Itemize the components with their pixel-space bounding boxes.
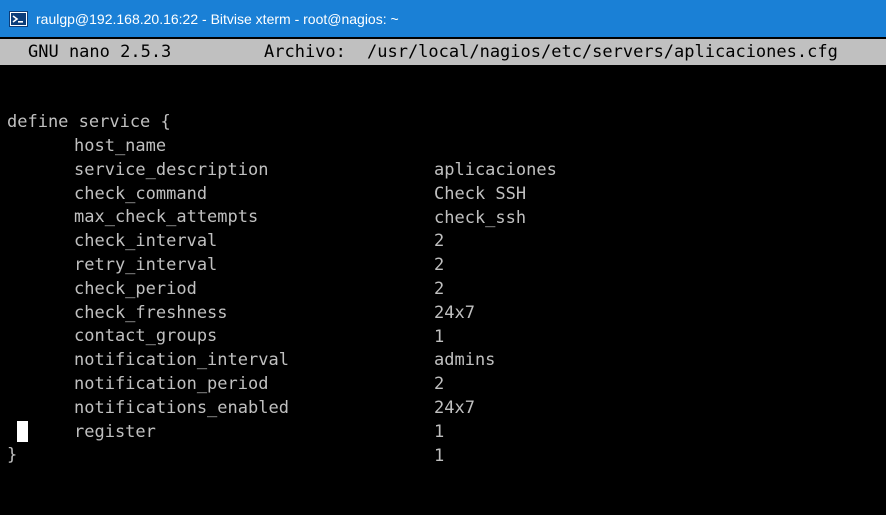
window-title: raulgp@192.168.20.16:22 - Bitvise xterm … <box>36 10 399 27</box>
directive-line: host_name aplicaciones <box>0 110 886 180</box>
directive-value: 1 <box>434 445 445 466</box>
title-bar[interactable]: raulgp@192.168.20.16:22 - Bitvise xterm … <box>0 0 886 37</box>
nano-header-bar: GNU nano 2.5.3 Archivo: /usr/local/nagio… <box>0 39 886 65</box>
directive-line: check_period 24x7 <box>0 253 886 323</box>
directive-line: contact_groups admins <box>0 300 886 370</box>
closing-brace-line: } <box>0 419 886 465</box>
directive-line: check_command check_ssh <box>0 158 886 228</box>
terminal-app-icon[interactable] <box>9 10 28 27</box>
file-path: /usr/local/nagios/etc/servers/aplicacion… <box>367 42 838 62</box>
terminal-window: raulgp@192.168.20.16:22 - Bitvise xterm … <box>0 0 886 466</box>
directive-line: notification_period 24x7 <box>0 348 886 418</box>
define-service-line: define service { <box>0 86 886 132</box>
directive-line: notification_interval 2 <box>0 324 886 394</box>
nano-version: GNU nano 2.5.3 <box>28 42 172 62</box>
directive-line: max_check_attempts 2 <box>0 181 886 251</box>
directive-line: check_freshness 1 <box>0 277 886 347</box>
editor-area[interactable]: define service { host_name aplicaciones … <box>0 86 886 466</box>
closing-brace: } <box>7 445 18 466</box>
directive-line: notifications_enabled 1 <box>0 372 886 442</box>
directive-line: register 1 <box>0 396 886 466</box>
directive-line: service_description Check SSH <box>0 134 886 204</box>
file-label: Archivo: <box>264 42 346 62</box>
text-cursor <box>17 421 28 443</box>
directive-line: check_interval 2 <box>0 205 886 275</box>
directive-line: retry_interval 2 <box>0 229 886 299</box>
